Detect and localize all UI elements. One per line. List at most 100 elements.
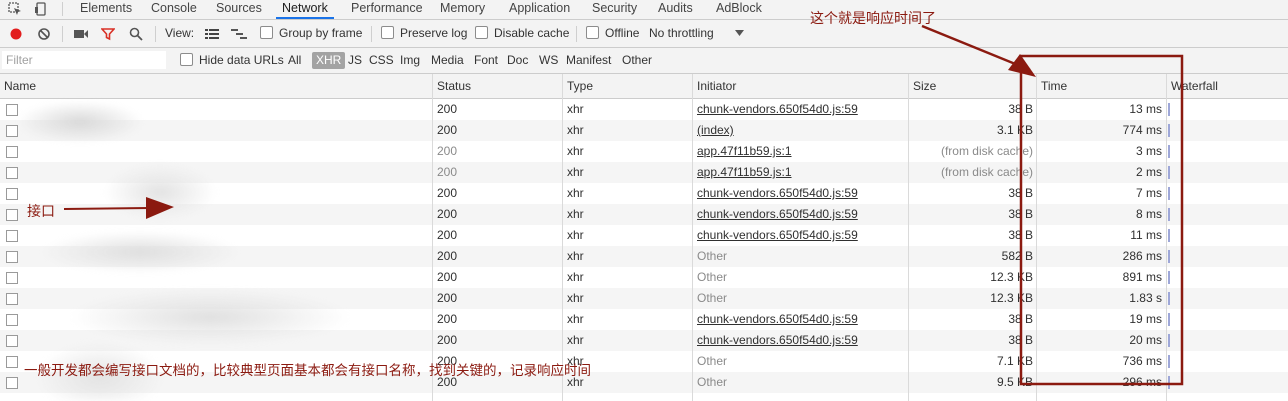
column-divider (1166, 74, 1167, 401)
tab-network[interactable]: Network (276, 0, 334, 19)
inspect-element-icon[interactable] (8, 2, 22, 16)
waterfall-bar (1168, 334, 1170, 347)
cell-initiator[interactable]: (index) (697, 120, 905, 141)
disable-cache-checkbox[interactable]: Disable cache (475, 20, 569, 47)
filter-type-other[interactable]: Other (622, 52, 652, 69)
tab-adblock[interactable]: AdBlock (710, 0, 768, 17)
cell-time: 736 ms (1122, 354, 1162, 368)
waterfall-bar (1168, 250, 1170, 263)
cell-size: (from disk cache) (940, 144, 1033, 158)
column-header-waterfall[interactable]: Waterfall (1167, 74, 1288, 98)
column-divider (908, 74, 909, 401)
preserve-log-checkbox[interactable]: Preserve log (381, 20, 467, 47)
waterfall-bar (1168, 103, 1170, 116)
tab-memory[interactable]: Memory (434, 0, 491, 17)
waterfall-bar (1168, 271, 1170, 284)
cell-initiator: Other (697, 375, 728, 389)
checkbox-icon (260, 26, 273, 39)
file-icon (6, 293, 18, 305)
waterfall-bar (1168, 166, 1170, 179)
filter-type-manifest[interactable]: Manifest (566, 52, 611, 69)
cell-size: 12.3 KB (990, 291, 1033, 305)
cell-initiator[interactable]: app.47f11b59.js:1 (697, 162, 905, 183)
column-header-status[interactable]: Status (433, 74, 563, 98)
cell-time: 774 ms (1122, 123, 1162, 137)
throttling-value: No throttling (649, 26, 714, 40)
tab-audits[interactable]: Audits (652, 0, 699, 17)
cell-initiator[interactable]: chunk-vendors.650f54d0.js:59 (697, 99, 905, 120)
cell-status: 200 (437, 291, 458, 305)
hide-data-urls-checkbox[interactable]: Hide data URLs (180, 52, 284, 69)
filter-type-font[interactable]: Font (474, 52, 498, 69)
offline-label: Offline (605, 26, 640, 40)
throttling-select[interactable]: No throttling (649, 20, 714, 47)
device-toolbar-icon[interactable] (34, 2, 48, 16)
file-icon (6, 377, 18, 389)
filter-type-doc[interactable]: Doc (507, 52, 528, 69)
cell-type: xhr (567, 123, 584, 137)
large-rows-icon[interactable] (205, 28, 219, 40)
cell-size: 7.1 KB (996, 354, 1033, 368)
cell-size: (from disk cache) (940, 165, 1033, 179)
waterfall-bar (1168, 124, 1170, 137)
cell-initiator[interactable]: chunk-vendors.650f54d0.js:59 (697, 183, 905, 204)
tab-console[interactable]: Console (145, 0, 203, 17)
group-by-frame-checkbox[interactable]: Group by frame (260, 20, 362, 47)
waterfall-bar (1168, 292, 1170, 305)
filter-type-img[interactable]: Img (400, 52, 420, 69)
filter-input[interactable] (2, 51, 166, 69)
cell-time: 8 ms (1135, 207, 1162, 221)
column-header-initiator[interactable]: Initiator (693, 74, 909, 98)
column-header-type[interactable]: Type (563, 74, 693, 98)
tab-performance[interactable]: Performance (345, 0, 429, 17)
tab-application[interactable]: Application (503, 0, 576, 17)
search-icon[interactable] (129, 27, 143, 41)
tab-security[interactable]: Security (586, 0, 643, 17)
cell-time: 19 ms (1129, 312, 1162, 326)
cell-type: xhr (567, 312, 584, 326)
tab-elements[interactable]: Elements (74, 0, 138, 17)
cell-status: 200 (437, 228, 458, 242)
cell-status: 200 (437, 102, 458, 116)
cell-status: 200 (437, 144, 458, 158)
cell-initiator[interactable]: chunk-vendors.650f54d0.js:59 (697, 309, 905, 330)
column-header-time[interactable]: Time (1037, 74, 1167, 98)
cell-initiator[interactable]: chunk-vendors.650f54d0.js:59 (697, 330, 905, 351)
waterfall-bar (1168, 187, 1170, 200)
hide-data-urls-label: Hide data URLs (199, 53, 284, 67)
filter-type-js[interactable]: JS (348, 52, 362, 69)
checkbox-icon (381, 26, 394, 39)
cell-time: 7 ms (1135, 186, 1162, 200)
filter-type-media[interactable]: Media (431, 52, 464, 69)
tab-sources[interactable]: Sources (210, 0, 268, 17)
filter-type-css[interactable]: CSS (369, 52, 394, 69)
cell-status: 200 (437, 186, 458, 200)
cell-type: xhr (567, 270, 584, 284)
filter-type-xhr[interactable]: XHR (312, 52, 346, 69)
column-divider (692, 74, 693, 401)
column-header-size[interactable]: Size (909, 74, 1037, 98)
toolbar-separator (62, 26, 63, 42)
cell-initiator[interactable]: chunk-vendors.650f54d0.js:59 (697, 204, 905, 225)
tab-separator (62, 2, 63, 16)
overview-icon[interactable] (231, 28, 247, 40)
record-icon[interactable] (9, 27, 23, 41)
offline-checkbox[interactable]: Offline (586, 20, 639, 47)
filter-type-ws[interactable]: WS (539, 52, 558, 69)
cell-initiator[interactable]: chunk-vendors.650f54d0.js:59 (697, 225, 905, 246)
chevron-down-icon[interactable] (735, 30, 744, 37)
cell-time: 20 ms (1129, 333, 1162, 347)
annotation-interface: 接口 (27, 203, 55, 219)
capture-screenshots-icon[interactable] (73, 28, 89, 40)
filter-icon[interactable] (101, 27, 115, 41)
file-icon (6, 104, 18, 116)
cell-time: 2 ms (1135, 165, 1162, 179)
file-icon (6, 125, 18, 137)
cell-time: 891 ms (1122, 270, 1162, 284)
filter-type-all[interactable]: All (288, 52, 301, 69)
file-icon (6, 146, 18, 158)
clear-icon[interactable] (37, 27, 51, 41)
cell-initiator[interactable]: app.47f11b59.js:1 (697, 141, 905, 162)
network-toolbar: View: Group by frame Preserve log Disabl… (0, 20, 1288, 48)
column-header-name[interactable]: Name (0, 74, 433, 98)
